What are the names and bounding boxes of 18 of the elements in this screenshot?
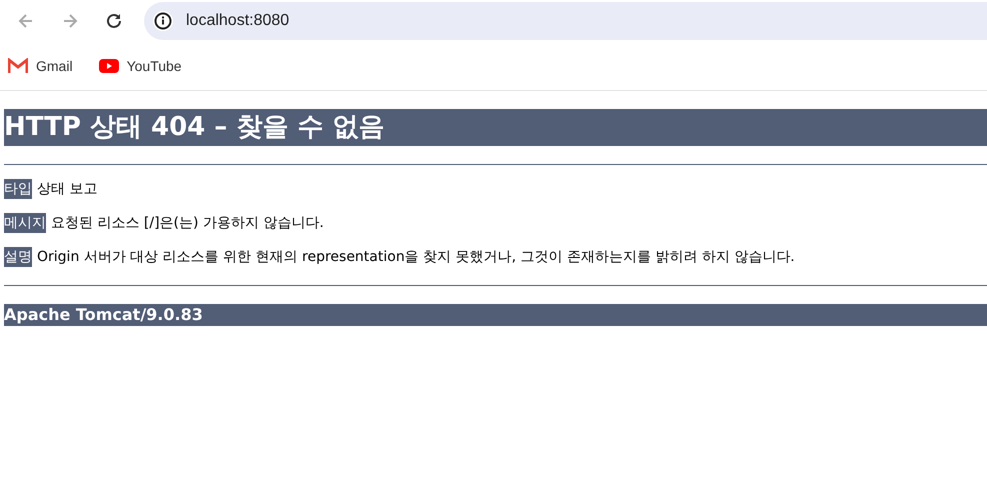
field-label: 설명 — [4, 247, 32, 267]
url-text: localhost:8080 — [186, 12, 290, 30]
mail-icon — [8, 58, 28, 74]
server-footer: Apache Tomcat/9.0.83 — [4, 304, 987, 326]
bookmark-link[interactable]: YouTube — [98, 58, 182, 74]
field-label: 메시지 — [4, 213, 46, 233]
forward-arrow-icon — [61, 12, 79, 30]
field-value: 상태 보고 — [37, 180, 98, 199]
bookmark-link[interactable]: Gmail — [8, 58, 73, 74]
field-label: 타입 — [4, 179, 32, 199]
back-arrow-icon — [17, 12, 35, 30]
address-bar[interactable]: localhost:8080 — [144, 2, 987, 40]
field-value: Origin 서버가 대상 리소스를 위한 현재의 representation을 찾지 못했거나, 그것이 존재하는지를 밝히려 하지 않습니다. — [37, 248, 795, 267]
page-heading: HTTP 상태 404 – 찾을 수 없음 — [4, 109, 987, 146]
info-icon — [152, 10, 174, 32]
field-value: 요청된 리소스 [/]은(는) 가용하지 않습니다. — [51, 214, 324, 233]
reload-icon — [105, 12, 123, 30]
play-icon — [98, 59, 119, 73]
